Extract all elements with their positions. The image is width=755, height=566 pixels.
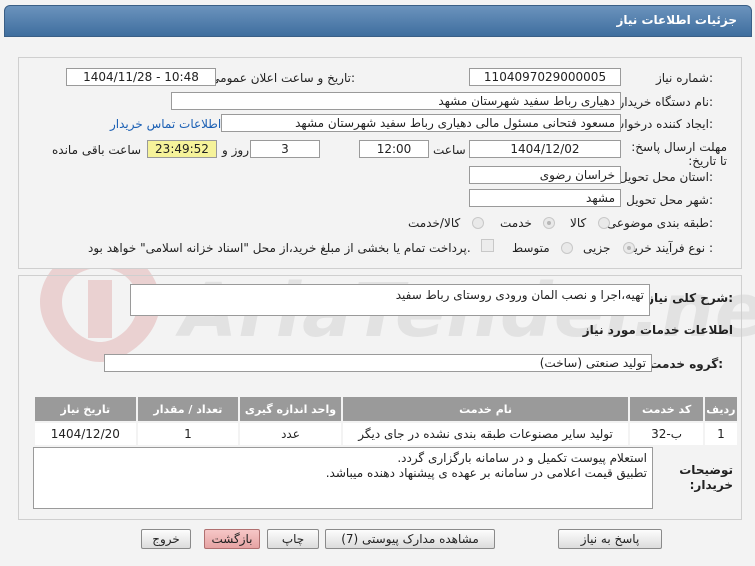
process-option-medium: متوسط	[512, 241, 550, 255]
deadline-time-field[interactable]: 12:00	[359, 140, 429, 158]
cell-need-date: 1404/12/20	[33, 421, 138, 447]
process-radio-medium[interactable]	[561, 242, 573, 254]
title-bar: جزئیات اطلاعات نیاز	[4, 5, 752, 37]
remaining-time-field: 23:49:52	[147, 140, 217, 158]
process-option-minor: جزیی	[583, 241, 611, 255]
description-label: شرح کلی نیاز:	[647, 291, 733, 305]
back-button[interactable]: بازگشت	[204, 529, 260, 549]
process-label: نوع فرآیند خرید :	[628, 241, 713, 255]
need-number-field[interactable]: 1104097029000005	[469, 68, 621, 86]
buyer-org-label: نام دستگاه خریدار:	[618, 95, 714, 109]
exit-button[interactable]: خروج	[141, 529, 191, 549]
col-header-row-number: ردیف	[702, 395, 740, 423]
page-title: جزئیات اطلاعات نیاز	[616, 13, 737, 27]
buyer-contact-link[interactable]: اطلاعات تماس خریدار	[110, 117, 221, 131]
services-table-header-row: ردیف کد خدمت نام خدمت واحد اندازه گیری ت…	[33, 395, 740, 423]
category-option-goods: کالا	[570, 216, 587, 230]
city-label: شهر محل تحویل:	[626, 193, 713, 207]
cell-service-code: ب-32	[628, 421, 705, 447]
province-label: استان محل تحویل:	[618, 170, 713, 184]
creator-field[interactable]: مسعود فتحانی مسئول مالی دهیاری رباط سفید…	[221, 114, 621, 132]
process-radio-minor[interactable]	[623, 242, 635, 254]
services-table: ردیف کد خدمت نام خدمت واحد اندازه گیری ت…	[33, 395, 740, 447]
category-label: طبقه بندی موضوعی:	[606, 216, 713, 230]
announce-label: تاریخ و ساعت اعلان عمومی:	[210, 71, 355, 85]
services-heading: اطلاعات خدمات مورد نیاز	[582, 323, 733, 337]
category-option-goods-service: کالا/خدمت	[408, 216, 461, 230]
category-radio-goods-service[interactable]	[472, 217, 484, 229]
remaining-time-label: ساعت باقی مانده	[52, 143, 142, 157]
col-header-service-code: کد خدمت	[628, 395, 705, 423]
city-field[interactable]: مشهد	[469, 189, 621, 207]
treasury-payment-note: پرداخت تمام یا بخشی از مبلغ خرید،از محل …	[88, 241, 471, 255]
print-button[interactable]: چاپ	[267, 529, 319, 549]
province-field[interactable]: خراسان رضوی	[469, 166, 621, 184]
deadline-time-label: ساعت	[433, 143, 466, 157]
need-number-label: شماره نیاز:	[655, 71, 713, 85]
cell-row-number: 1	[702, 421, 740, 447]
col-header-service-name: نام خدمت	[340, 395, 631, 423]
cell-service-name: تولید سایر مصنوعات طبقه بندی نشده در جای…	[340, 421, 631, 447]
description-field[interactable]: تهیه،اجرا و نصب المان ورودی روستای رباط …	[130, 284, 650, 316]
buyer-notes-field[interactable]: استعلام پیوست تکمیل و در سامانه بارگزاری…	[33, 447, 653, 509]
service-group-field[interactable]: تولید صنعتی (ساخت)	[104, 354, 652, 372]
buyer-notes-line-2: تطبیق قیمت اعلامی در سامانه بر عهده ی پی…	[325, 466, 647, 480]
days-remaining-field[interactable]: 3	[250, 140, 320, 158]
announce-field[interactable]: 1404/11/28 - 10:48	[66, 68, 216, 86]
days-label: روز و	[222, 143, 249, 157]
col-header-quantity: تعداد / مقدار	[135, 395, 241, 423]
category-radio-goods[interactable]	[598, 217, 610, 229]
table-row: 1 ب-32 تولید سایر مصنوعات طبقه بندی نشده…	[33, 421, 740, 447]
buyer-org-field[interactable]: دهیاری رباط سفید شهرستان مشهد	[171, 92, 621, 110]
category-radio-service[interactable]	[543, 217, 555, 229]
view-attachments-button[interactable]: مشاهده مدارک پیوستی (7)	[325, 529, 495, 549]
buyer-notes-label: توضیحات خریدار:	[679, 463, 733, 492]
service-group-label: گروه خدمت:	[649, 357, 723, 371]
col-header-need-date: تاریخ نیاز	[33, 395, 138, 423]
cell-quantity: 1	[135, 421, 241, 447]
deadline-date-field[interactable]: 1404/12/02	[469, 140, 621, 158]
cell-unit: عدد	[238, 421, 343, 447]
deadline-label: مهلت ارسال پاسخ: تا تاریخ:	[631, 140, 727, 168]
treasury-payment-checkbox[interactable]	[481, 239, 494, 252]
reply-button[interactable]: پاسخ به نیاز	[558, 529, 662, 549]
buyer-notes-line-1: استعلام پیوست تکمیل و در سامانه بارگزاری…	[397, 451, 647, 465]
col-header-unit: واحد اندازه گیری	[238, 395, 343, 423]
category-option-service: خدمت	[500, 216, 532, 230]
